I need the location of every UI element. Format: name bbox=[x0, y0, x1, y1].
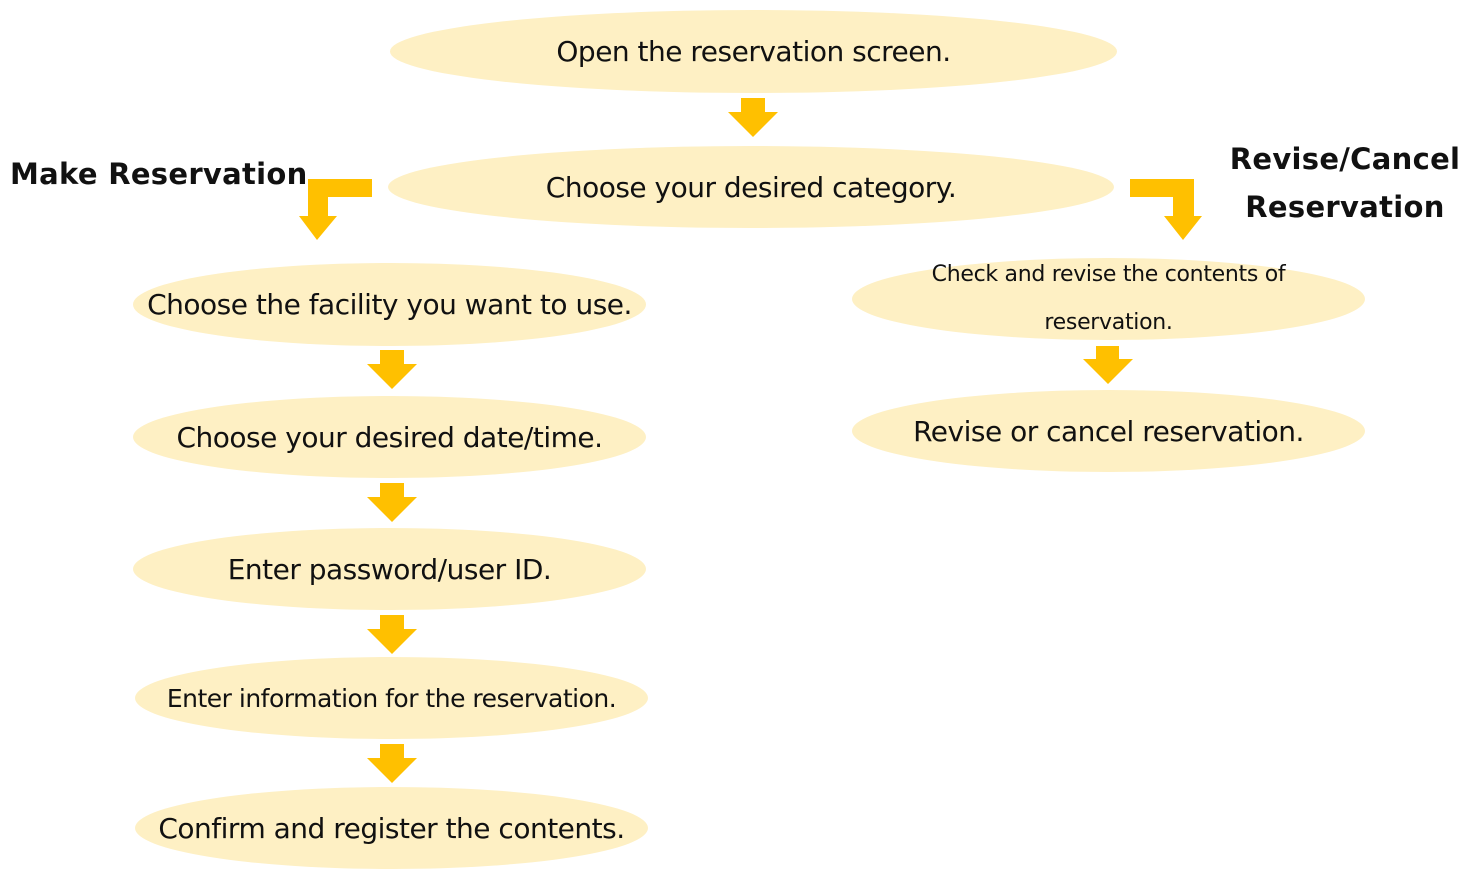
node-open-reservation-screen: Open the reservation screen. bbox=[390, 10, 1117, 93]
node-choose-category: Choose your desired category. bbox=[388, 146, 1114, 228]
node-choose-datetime-text: Choose your desired date/time. bbox=[176, 420, 603, 454]
revise-cancel-label-line1: Revise/Cancel bbox=[1229, 142, 1461, 176]
node-open-reservation-screen-text: Open the reservation screen. bbox=[556, 35, 951, 68]
revise-cancel-label: Revise/Cancel Reservation bbox=[1226, 135, 1464, 231]
arrow-password-to-info bbox=[367, 615, 417, 654]
node-choose-facility: Choose the facility you want to use. bbox=[133, 263, 646, 346]
node-check-revise-text-line1: Check and revise the contents of bbox=[931, 262, 1286, 287]
node-enter-information-text: Enter information for the reservation. bbox=[166, 683, 617, 713]
arrow-open-to-category bbox=[728, 98, 778, 137]
arrow-datetime-to-password bbox=[367, 483, 417, 522]
node-confirm-register: Confirm and register the contents. bbox=[135, 787, 648, 869]
node-check-revise: Check and revise the contents of reserva… bbox=[852, 258, 1365, 340]
node-choose-datetime: Choose your desired date/time. bbox=[133, 396, 646, 478]
arrow-facility-to-datetime bbox=[367, 350, 417, 389]
node-enter-password-text: Enter password/user ID. bbox=[227, 552, 552, 586]
node-enter-information: Enter information for the reservation. bbox=[135, 657, 648, 739]
node-check-revise-text-line2: reservation. bbox=[1044, 310, 1173, 335]
bent-arrow-make-reservation bbox=[299, 179, 372, 240]
node-revise-cancel: Revise or cancel reservation. bbox=[852, 390, 1365, 472]
node-enter-password: Enter password/user ID. bbox=[133, 528, 646, 610]
bent-arrow-revise-cancel bbox=[1130, 179, 1202, 240]
arrow-check-to-revise bbox=[1083, 346, 1133, 384]
node-revise-cancel-text: Revise or cancel reservation. bbox=[913, 414, 1304, 448]
node-confirm-register-text: Confirm and register the contents. bbox=[158, 811, 625, 845]
node-choose-facility-text: Choose the facility you want to use. bbox=[147, 288, 632, 321]
node-choose-category-text: Choose your desired category. bbox=[545, 170, 957, 204]
revise-cancel-label-line2: Reservation bbox=[1245, 190, 1445, 224]
arrow-info-to-confirm bbox=[367, 744, 417, 783]
make-reservation-label: Make Reservation bbox=[10, 157, 308, 191]
